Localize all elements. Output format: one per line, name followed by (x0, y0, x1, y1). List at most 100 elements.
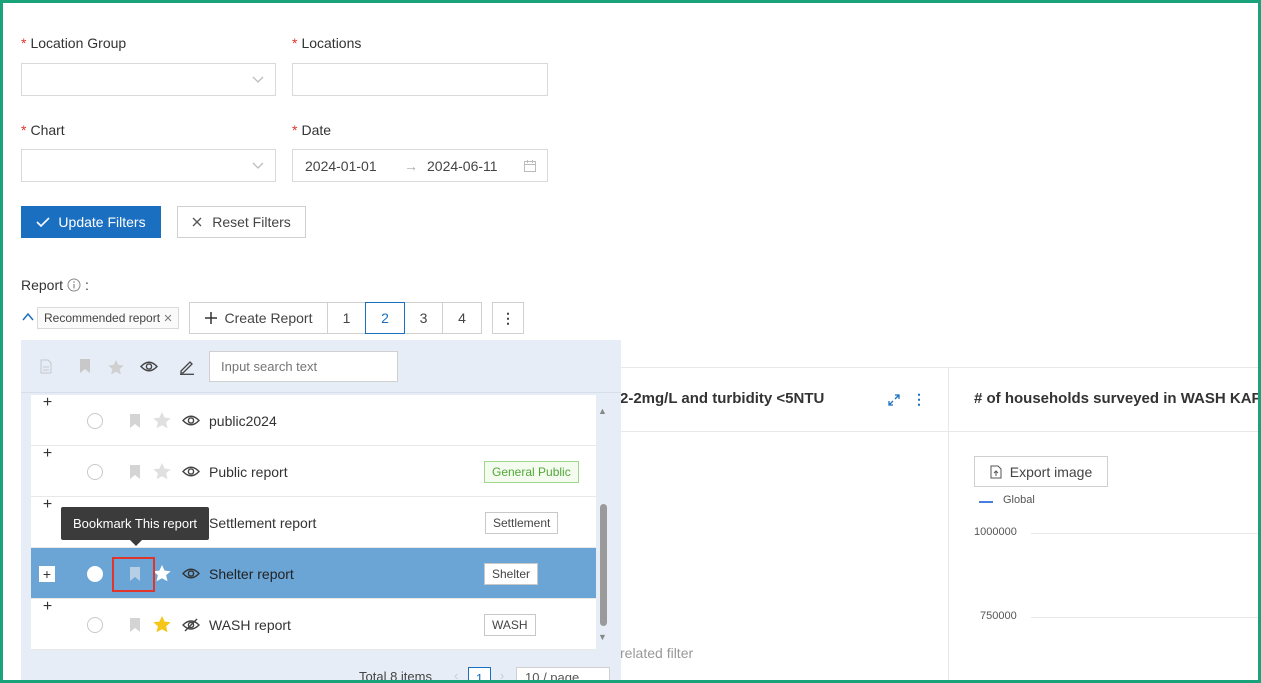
prev-page-icon[interactable]: ‹ (454, 668, 458, 683)
chart-card-1: 2-2mg/L and turbidity <5NTU ⋮ related fi… (620, 368, 949, 683)
report-category-tag: General Public (484, 461, 579, 483)
panel-divider (21, 392, 621, 393)
star-icon[interactable] (152, 462, 172, 481)
update-filters-button[interactable]: Update Filters (21, 206, 161, 238)
edit-icon[interactable] (179, 359, 195, 375)
plus-icon (204, 312, 217, 324)
total-items: Total 8 items (359, 669, 432, 683)
chart-1-menu-icon[interactable]: ⋮ (912, 391, 926, 408)
star-icon[interactable] (107, 359, 125, 376)
report-name[interactable]: Shelter report (209, 548, 294, 599)
report-label: Report : (21, 277, 89, 293)
report-row[interactable]: + public2024 (31, 394, 596, 446)
report-name[interactable]: Settlement report (209, 497, 316, 548)
legend-global: Global (1003, 494, 1035, 506)
eye-hidden-icon[interactable] (182, 618, 200, 632)
chart-1-divider (620, 431, 949, 432)
bookmark-icon[interactable] (79, 358, 91, 374)
report-page-1[interactable]: 1 (327, 302, 366, 334)
report-row[interactable]: + WASH report WASH (31, 598, 596, 650)
scroll-down-arrow[interactable]: ▼ (598, 632, 607, 642)
report-category-tag: WASH (484, 614, 536, 636)
check-icon (36, 217, 50, 228)
close-icon (192, 217, 202, 227)
report-page-4[interactable]: 4 (442, 302, 482, 334)
bookmark-icon[interactable] (129, 413, 141, 429)
bookmark-tooltip: Bookmark This report (61, 507, 209, 540)
next-page-icon[interactable]: › (500, 668, 504, 683)
chart-1-note: related filter (620, 645, 694, 661)
bookmark-icon[interactable] (129, 464, 141, 480)
date-label: * Date (292, 122, 332, 138)
star-icon[interactable] (152, 615, 172, 634)
reset-filters-button[interactable]: Reset Filters (177, 206, 306, 238)
scrollbar-thumb[interactable] (600, 504, 607, 626)
tooltip-arrow (130, 540, 142, 546)
recommended-report-tag[interactable]: Recommended report (37, 307, 180, 329)
export-image-button[interactable]: Export image (974, 456, 1108, 487)
report-more-button[interactable]: ⋮ (492, 302, 524, 334)
chart-2-title: # of households surveyed in WASH KAP (974, 390, 1261, 407)
chevron-down-icon (252, 76, 264, 83)
chart-1-title: 2-2mg/L and turbidity <5NTU (620, 390, 825, 407)
bookmark-icon[interactable] (129, 617, 141, 633)
copy-report-icon[interactable] (40, 359, 52, 374)
y-tick-1000000: 1000000 (974, 526, 1017, 538)
panel-page-1[interactable]: 1 (468, 667, 491, 683)
reset-filters-label: Reset Filters (212, 214, 291, 230)
eye-icon[interactable] (182, 567, 200, 580)
scroll-up-arrow[interactable]: ▲ (598, 406, 607, 416)
star-icon[interactable] (152, 564, 172, 583)
report-name[interactable]: public2024 (209, 395, 277, 446)
date-end-input[interactable]: 2024-06-11 (427, 158, 498, 174)
chevron-down-icon (252, 162, 264, 169)
date-range-picker[interactable]: 2024-01-01 → 2024-06-11 (292, 149, 548, 182)
star-icon[interactable] (152, 411, 172, 430)
chart-select[interactable] (21, 149, 276, 182)
row-radio[interactable] (87, 616, 103, 633)
gridline (1031, 533, 1261, 534)
chart-label: * Chart (21, 122, 65, 138)
expand-row-icon[interactable]: + (40, 598, 55, 615)
expand-row-icon[interactable]: + (40, 496, 55, 513)
create-report-button[interactable]: Create Report (189, 302, 328, 334)
row-radio[interactable] (87, 565, 103, 582)
file-export-icon (990, 465, 1002, 478)
highlight-box (112, 557, 155, 592)
chart-card-2: # of households surveyed in WASH KAP Exp… (949, 368, 1261, 683)
gridline (1031, 617, 1261, 618)
legend-line (979, 501, 993, 503)
page-size-select[interactable]: 10 / page (516, 667, 610, 683)
dashboard-area: 2-2mg/L and turbidity <5NTU ⋮ related fi… (620, 367, 1261, 683)
expand-row-icon[interactable]: + (40, 394, 55, 411)
locations-label: * Locations (292, 35, 362, 51)
row-radio[interactable] (87, 412, 103, 429)
calendar-icon (524, 160, 536, 172)
locations-select[interactable] (292, 63, 548, 96)
update-filters-label: Update Filters (58, 214, 146, 230)
report-name[interactable]: Public report (209, 446, 288, 497)
chart-2-divider (949, 431, 1261, 432)
date-arrow: → (404, 158, 418, 174)
eye-icon[interactable] (182, 465, 200, 478)
info-icon[interactable] (67, 278, 81, 292)
eye-icon[interactable] (140, 360, 158, 373)
expand-icon[interactable] (887, 393, 901, 407)
location-group-label: * Location Group (21, 35, 127, 51)
report-category-tag: Shelter (484, 563, 539, 585)
expand-row-icon[interactable]: + (40, 445, 55, 462)
report-search-input[interactable] (209, 351, 398, 382)
report-page-2[interactable]: 2 (365, 302, 405, 334)
location-group-select[interactable] (21, 63, 276, 96)
close-icon[interactable] (164, 314, 172, 322)
report-category-tag: Settlement (485, 512, 559, 534)
expand-row-icon[interactable]: + (39, 565, 55, 582)
date-start-input[interactable]: 2024-01-01 (305, 158, 377, 174)
chevron-up-icon[interactable] (21, 311, 35, 323)
row-radio[interactable] (87, 463, 103, 480)
report-page-3[interactable]: 3 (404, 302, 443, 334)
report-row[interactable]: + Public report General Public (31, 445, 596, 497)
eye-icon[interactable] (182, 414, 200, 427)
report-name[interactable]: WASH report (209, 599, 291, 650)
y-tick-750000: 750000 (980, 610, 1017, 622)
